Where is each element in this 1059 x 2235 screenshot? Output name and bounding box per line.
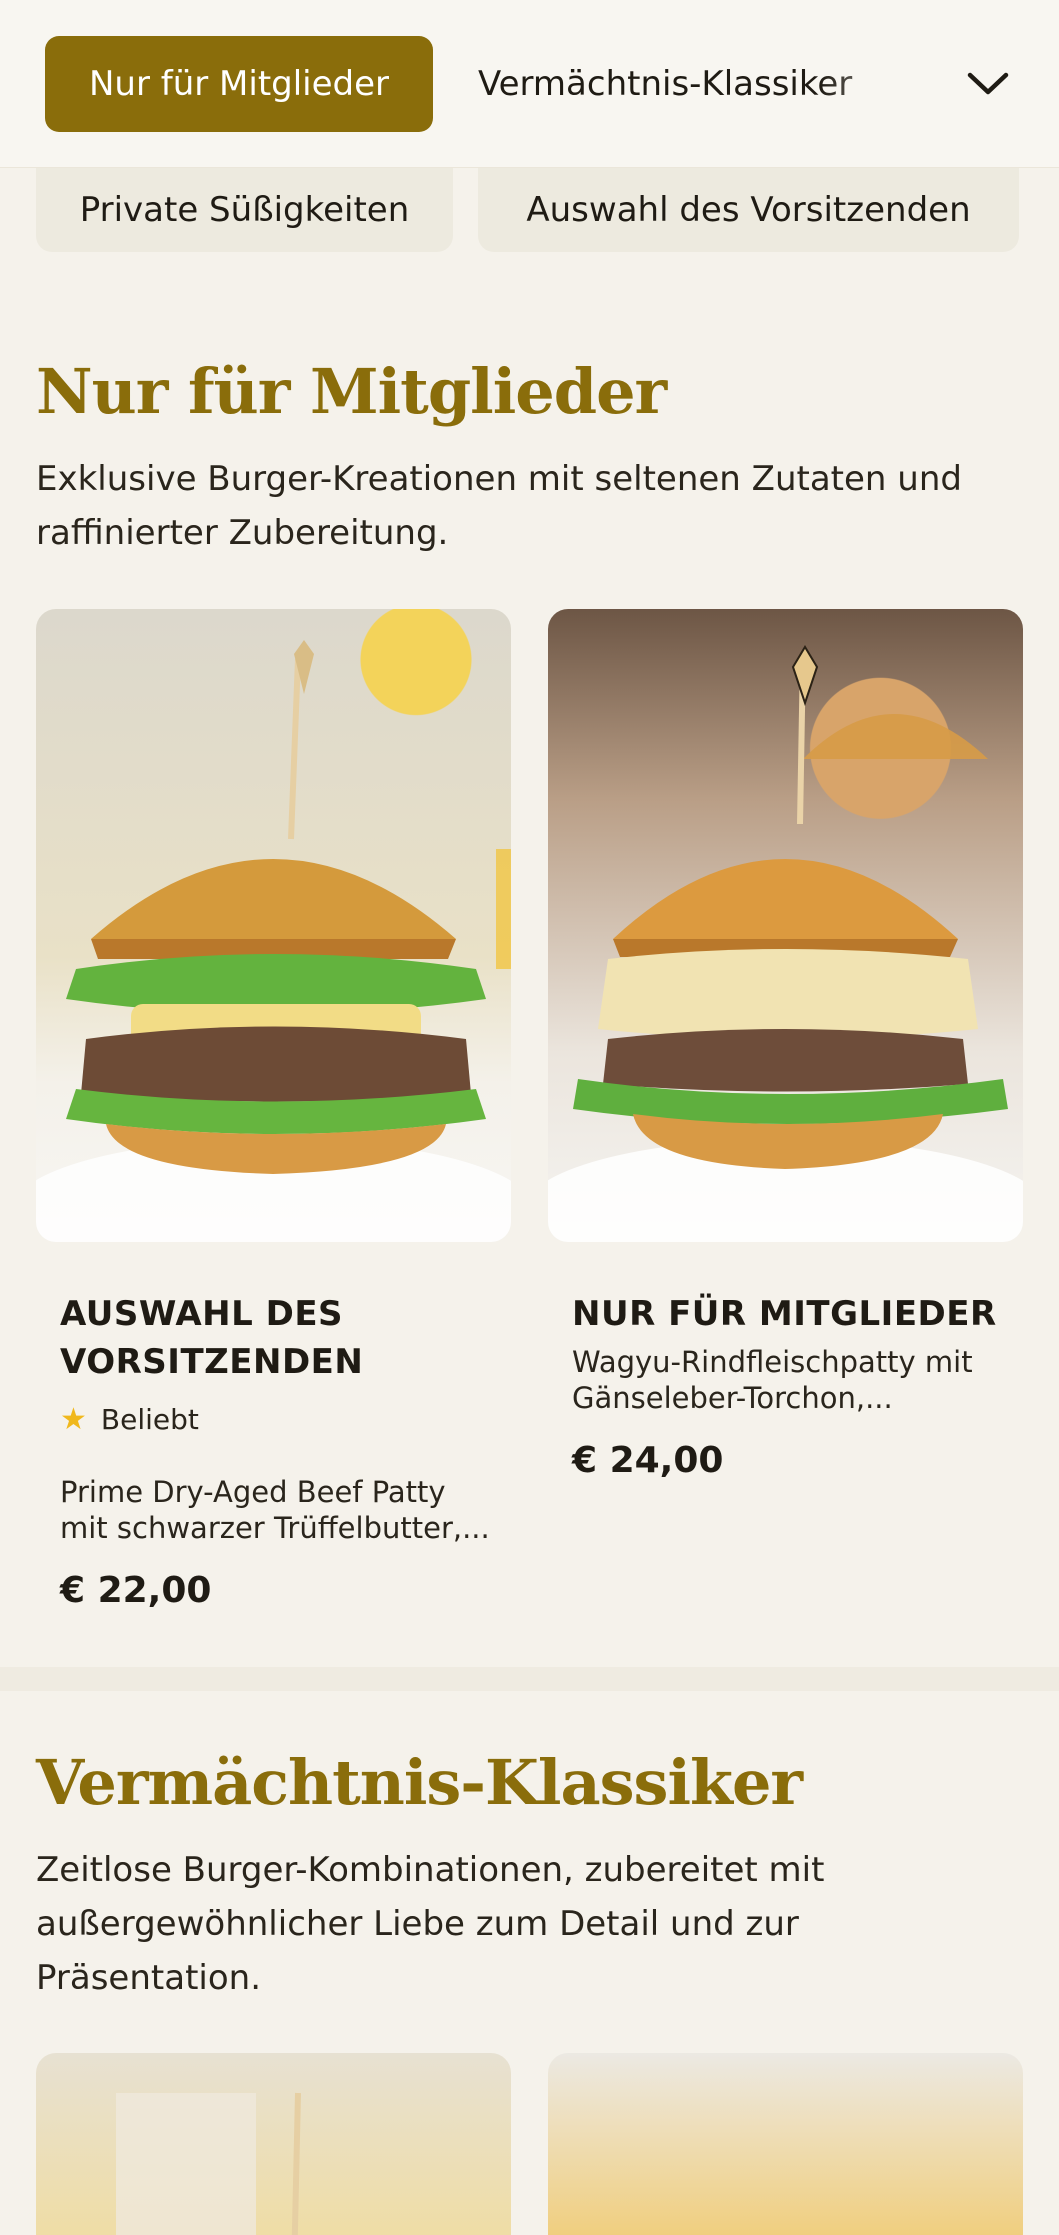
section-title: Nur für Mitglieder <box>36 355 667 428</box>
dish-price: € 24,00 <box>572 1440 724 1481</box>
dish-name[interactable]: AUSWAHL DES VORSITZENDEN <box>60 1290 490 1386</box>
dish-description: Prime Dry-Aged Beef Patty mit schwarzer … <box>60 1475 490 1545</box>
dish-image-auswahl-des-vorsitzenden[interactable] <box>36 609 511 1242</box>
tab-auswahl-des-vorsitzenden[interactable]: Auswahl des Vorsitzenden <box>478 168 1019 252</box>
section-title: Vermächtnis-Klassiker <box>36 1746 803 1819</box>
dish-image[interactable] <box>548 2053 1023 2235</box>
section-description: Exklusive Burger-Kreationen mit seltenen… <box>36 459 962 553</box>
chevron-down-icon[interactable] <box>958 58 1018 110</box>
dish-price: € 22,00 <box>60 1570 212 1611</box>
star-icon: ★ <box>60 1402 87 1437</box>
tab-private-suessigkeiten[interactable]: Private Süßigkeiten <box>36 168 453 252</box>
scroll-fade <box>820 20 940 150</box>
badge-label: Beliebt <box>100 1403 199 1436</box>
dish-image-nur-fuer-mitglieder[interactable] <box>548 609 1023 1242</box>
popular-badge: ★ Beliebt <box>60 1402 199 1437</box>
dish-description: Wagyu-Rindfleischpatty mit Gänseleber-To… <box>572 1345 973 1415</box>
section-description: Zeitlose Burger-Kombinationen, zubereite… <box>36 1850 825 1998</box>
dish-image[interactable] <box>36 2053 511 2235</box>
tab-vermaechtnis-klassiker[interactable]: Vermächtnis-Klassiker <box>478 36 852 132</box>
section-divider <box>0 1667 1059 1691</box>
tab-nur-fuer-mitglieder[interactable]: Nur für Mitglieder <box>45 36 433 132</box>
category-nav: Nur für Mitglieder Vermächtnis-Klassiker <box>0 0 1059 168</box>
dish-name[interactable]: NUR FÜR MITGLIEDER <box>572 1290 1012 1338</box>
